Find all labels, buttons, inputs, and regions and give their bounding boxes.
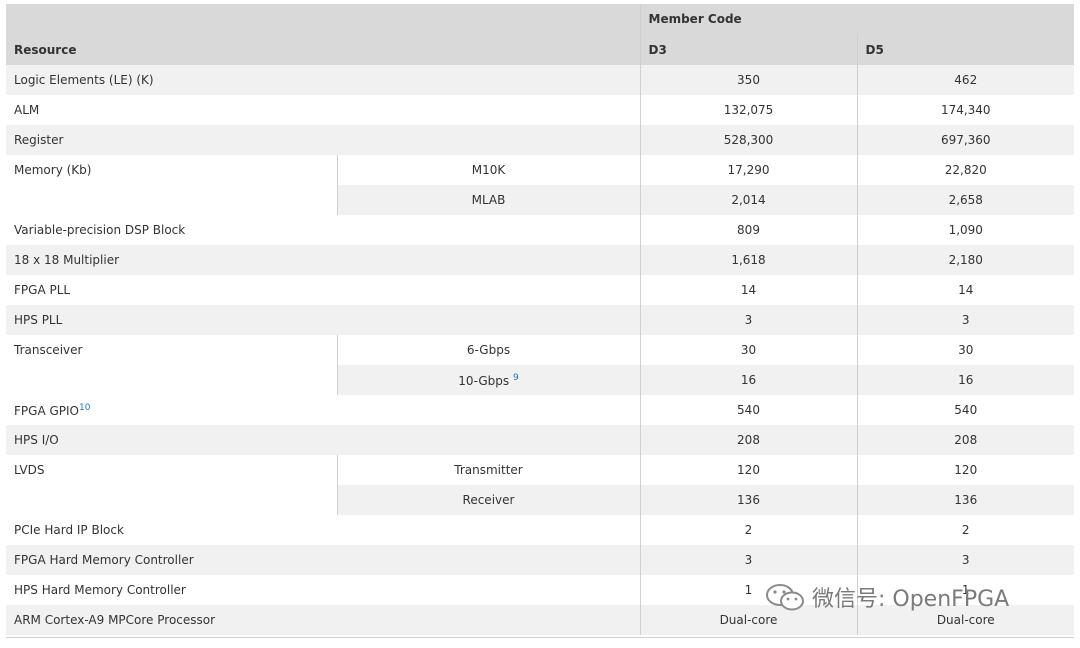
table-row: HPS PLL 3 3: [6, 305, 1074, 335]
row-name-cell: FPGA GPIO10: [6, 395, 640, 425]
d3-header: D3: [639, 34, 857, 65]
row-subname: MLAB: [336, 185, 640, 215]
row-name: FPGA GPIO: [14, 403, 79, 418]
d5-value: 540: [856, 395, 1074, 425]
d3-value: 3: [639, 305, 857, 335]
d3-value: 350: [639, 65, 857, 95]
d5-value: 697,360: [856, 125, 1074, 155]
row-subname: Receiver: [336, 485, 640, 515]
d3-value: 132,075: [639, 95, 857, 125]
d5-value: 208: [856, 425, 1074, 455]
row-name: HPS I/O: [6, 425, 640, 455]
row-subname: 10-Gbps: [458, 373, 510, 388]
row-name: LVDS: [6, 455, 337, 515]
row-name: HPS PLL: [6, 305, 640, 335]
table-row: FPGA GPIO10 540 540: [6, 395, 1074, 425]
d3-value: 3: [639, 545, 857, 575]
row-subname-cell: 10-Gbps 9: [336, 365, 640, 395]
d5-value: 3: [856, 305, 1074, 335]
d5-value: 120: [856, 455, 1074, 485]
table-row: ALM 132,075 174,340: [6, 95, 1074, 125]
table-row: 18 x 18 Multiplier 1,618 2,180: [6, 245, 1074, 275]
d5-value: 462: [856, 65, 1074, 95]
row-subname: M10K: [336, 155, 640, 185]
row-subname: 6-Gbps: [336, 335, 640, 365]
d3-value: 1,618: [639, 245, 857, 275]
row-name: Logic Elements (LE) (K): [6, 65, 640, 95]
member-code-header: Member Code: [639, 4, 1074, 34]
d5-value: 174,340: [856, 95, 1074, 125]
d3-value: 809: [639, 215, 857, 245]
row-name: Register: [6, 125, 640, 155]
d3-value: 2,014: [639, 185, 857, 215]
table-row: Transceiver 6-Gbps 30 30: [6, 335, 1074, 395]
d5-value: 22,820: [856, 155, 1074, 185]
row-name: PCIe Hard IP Block: [6, 515, 640, 545]
table-row: HPS I/O 208 208: [6, 425, 1074, 455]
d3-value: 14: [639, 275, 857, 305]
table-row: Variable-precision DSP Block 809 1,090: [6, 215, 1074, 245]
d5-value: 14: [856, 275, 1074, 305]
d5-value: 1,090: [856, 215, 1074, 245]
d3-value: 136: [639, 485, 857, 515]
d3-value: 17,290: [639, 155, 857, 185]
d5-header: D5: [856, 34, 1074, 65]
d3-value: 540: [639, 395, 857, 425]
d3-value: 208: [639, 425, 857, 455]
watermark-text: 微信号: OpenFPGA: [812, 587, 1010, 612]
row-name: Transceiver: [6, 335, 337, 395]
table-row: Logic Elements (LE) (K) 350 462: [6, 65, 1074, 95]
row-name: Variable-precision DSP Block: [6, 215, 640, 245]
watermark: 微信号: OpenFPGA: [764, 580, 1054, 614]
row-name: HPS Hard Memory Controller: [6, 575, 640, 605]
header-blank: [6, 4, 640, 34]
footnote-link[interactable]: 10: [79, 403, 90, 413]
row-name: FPGA Hard Memory Controller: [6, 545, 640, 575]
d5-value: 3: [856, 545, 1074, 575]
d3-value: 120: [639, 455, 857, 485]
row-name: FPGA PLL: [6, 275, 640, 305]
d5-value: 136: [856, 485, 1074, 515]
row-name: Memory (Kb): [6, 155, 337, 215]
row-subname: Transmitter: [336, 455, 640, 485]
d3-value: 2: [639, 515, 857, 545]
d3-value: 30: [639, 335, 857, 365]
d5-value: 2,180: [856, 245, 1074, 275]
wechat-icon: [766, 584, 804, 611]
table-row: LVDS Transmitter 120 120: [6, 455, 1074, 515]
resource-table: Member Code Resource D3 D5 Logic Element…: [6, 4, 1074, 635]
d5-value: 2,658: [856, 185, 1074, 215]
d5-value: 16: [856, 365, 1074, 395]
table-row: Memory (Kb) M10K 17,290 22,820: [6, 155, 1074, 215]
table-row: FPGA Hard Memory Controller 3 3: [6, 545, 1074, 575]
d5-value: 2: [856, 515, 1074, 545]
row-name: ARM Cortex-A9 MPCore Processor: [6, 605, 640, 635]
row-name: ALM: [6, 95, 640, 125]
resource-header: Resource: [6, 34, 640, 65]
d3-value: 16: [639, 365, 857, 395]
d5-value: 30: [856, 335, 1074, 365]
footnote-link[interactable]: 9: [513, 373, 519, 383]
row-name: 18 x 18 Multiplier: [6, 245, 640, 275]
table-row: FPGA PLL 14 14: [6, 275, 1074, 305]
table-row: Register 528,300 697,360: [6, 125, 1074, 155]
table-row: PCIe Hard IP Block 2 2: [6, 515, 1074, 545]
d3-value: 528,300: [639, 125, 857, 155]
